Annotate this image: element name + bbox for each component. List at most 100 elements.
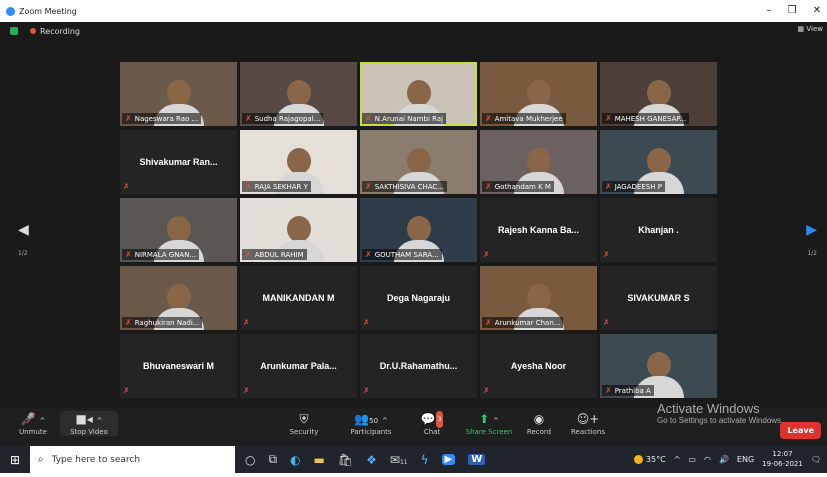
language-indicator[interactable]: ENG [737, 455, 754, 464]
search-icon: ⌕ [38, 454, 44, 465]
app-lightning-icon[interactable]: ϟ [421, 453, 429, 467]
taskbar-search-box[interactable]: ⌕ Type here to search [30, 446, 235, 473]
window-titlebar: Zoom Meeting – ❐ ✕ [0, 0, 827, 22]
participants-button[interactable]: 👥50 ^ Participants [338, 411, 404, 436]
clock-date: 19-06-2021 [762, 460, 803, 468]
participant-tile[interactable]: ✗ Gothandam K M [480, 130, 597, 194]
participant-tile[interactable]: ✗ N.Arunai Nambi Raj [360, 62, 477, 126]
windows-start-icon[interactable]: ⊞ [0, 453, 30, 467]
chat-button[interactable]: 💬 3 Chat [403, 411, 461, 436]
chat-bubble-icon: 💬 [420, 412, 436, 426]
participant-tile[interactable]: Dega Nagaraju ✗ [360, 266, 477, 330]
zoom-taskbar-icon[interactable]: ▶ [441, 454, 456, 465]
recording-dot-icon [30, 28, 36, 34]
stop-video-button[interactable]: ■◂ ^ Stop Video [60, 411, 118, 436]
participant-name: Sudha Rajagopal... [254, 114, 321, 123]
participant-tile[interactable]: ✗ Amitava Mukherjee [480, 62, 597, 126]
word-taskbar-icon[interactable]: W [468, 454, 486, 465]
clock[interactable]: 12:07 19-06-2021 [762, 449, 803, 469]
next-page-arrow-icon[interactable]: ▶ [806, 222, 817, 238]
wifi-icon[interactable]: ◠ [704, 455, 711, 464]
watermark-title: Activate Windows [657, 401, 760, 416]
page-indicator-left: 1/2 [18, 250, 28, 257]
security-button[interactable]: ⛨ Security [275, 411, 333, 436]
minimize-button[interactable]: – [767, 5, 772, 16]
share-screen-icon: ⬆ [479, 412, 490, 426]
stop-video-label: Stop Video [70, 428, 108, 436]
participants-count: 50 [369, 417, 379, 425]
participant-head [526, 148, 551, 174]
recording-status[interactable]: Recording [40, 27, 80, 36]
meeting-topbar: Recording ▦ View [0, 22, 827, 40]
muted-mic-icon: ✗ [243, 318, 250, 327]
muted-mic-icon: ✗ [485, 182, 492, 191]
participant-name-label: ✗ SAKTHISIVA CHAC... [362, 181, 447, 192]
participant-name-label: ✗ MAHESH GANESAP... [602, 113, 690, 124]
view-button[interactable]: ▦ View [798, 25, 823, 33]
tray-chevron-icon[interactable]: ^ [674, 455, 681, 464]
meeting-area: Recording ▦ View ◀ 1/2 ▶ 1/2 ✗ Nageswara … [0, 22, 827, 408]
participant-tile[interactable]: Dr.U.Rahamathu... ✗ [360, 334, 477, 398]
participant-tile[interactable]: ✗ JAGADEESH P [600, 130, 717, 194]
participant-name: Arunkumar Chan... [494, 318, 561, 327]
maximize-button[interactable]: ❐ [788, 5, 797, 16]
participant-head [646, 148, 671, 174]
participant-name: Ayesha Noor [510, 361, 567, 371]
weather-widget[interactable]: 35°C [633, 454, 666, 464]
participant-tile[interactable]: ✗ ABDUL RAHIM [240, 198, 357, 262]
participant-name-label: ✗ Prathiba A [602, 385, 654, 396]
participant-tile[interactable]: Khanjan . ✗ [600, 198, 717, 262]
muted-mic-icon: ✗ [485, 318, 492, 327]
shield-icon: ⛨ [299, 412, 309, 426]
participant-tile[interactable]: ✗ NIRMALA GNAN... [120, 198, 237, 262]
participant-name: SAKTHISIVA CHAC... [374, 182, 444, 191]
participant-tile[interactable]: Bhuvaneswari M ✗ [120, 334, 237, 398]
previous-page-arrow-icon[interactable]: ◀ [18, 222, 29, 238]
close-button[interactable]: ✕ [813, 5, 821, 16]
participant-tile[interactable]: ✗ GOUTHAM SARA... [360, 198, 477, 262]
dropbox-icon[interactable]: ❖ [366, 453, 377, 467]
chat-badge: 3 [435, 411, 444, 428]
participant-tile[interactable]: Arunkumar Pala... ✗ [240, 334, 357, 398]
participant-name: JAGADEESH P [614, 182, 662, 191]
participant-name-label: ✗ Arunkumar Chan... [482, 317, 564, 328]
window-controls: – ❐ ✕ [767, 5, 821, 16]
muted-mic-icon: ✗ [603, 318, 610, 327]
mail-icon[interactable]: ✉11 [390, 453, 408, 467]
participant-tile[interactable]: ✗ Nageswara Rao ... [120, 62, 237, 126]
participant-head [286, 148, 311, 174]
participant-tile[interactable]: ✗ RAJA SEKHAR Y [240, 130, 357, 194]
participant-tile[interactable]: Ayesha Noor ✗ [480, 334, 597, 398]
participant-tile[interactable]: ✗ Prathiba A [600, 334, 717, 398]
participant-tile[interactable]: SIVAKUMAR S ✗ [600, 266, 717, 330]
participant-name: Rajesh Kanna Ba... [497, 225, 580, 235]
task-view-icon[interactable]: ⧉ [268, 452, 277, 467]
participant-tile[interactable]: ✗ Arunkumar Chan... [480, 266, 597, 330]
participant-name: SIVAKUMAR S [627, 293, 690, 303]
encryption-shield-icon[interactable] [10, 27, 18, 35]
security-label: Security [289, 428, 319, 436]
participant-tile[interactable]: ✗ Sudha Rajagopal... [240, 62, 357, 126]
leave-button[interactable]: Leave [780, 422, 821, 439]
volume-icon[interactable]: 🔊 [719, 455, 729, 464]
muted-mic-icon: ✗ [605, 386, 612, 395]
participants-label: Participants [350, 428, 392, 436]
store-icon[interactable]: 🛍 [338, 453, 353, 467]
reactions-button[interactable]: ☺+ Reactions [559, 411, 617, 436]
participant-tile[interactable]: ✗ SAKTHISIVA CHAC... [360, 130, 477, 194]
unmute-button[interactable]: 🎤̸ ^ Unmute [4, 411, 62, 436]
edge-browser-icon[interactable]: ◐ [290, 453, 300, 467]
participant-tile[interactable]: ✗ Raghukiran Nadi... [120, 266, 237, 330]
participant-head [406, 80, 431, 106]
network-icon[interactable]: ▭ [688, 455, 696, 464]
participant-name: MANIKANDAN M [262, 293, 335, 303]
cortana-icon[interactable]: ○ [245, 453, 255, 467]
participant-tile[interactable]: MANIKANDAN M ✗ [240, 266, 357, 330]
file-explorer-icon[interactable]: ▬ [314, 453, 325, 467]
participant-name-label: ✗ N.Arunai Nambi Raj [362, 113, 447, 124]
participant-tile[interactable]: ✗ MAHESH GANESAP... [600, 62, 717, 126]
participant-tile[interactable]: Shivakumar Ran... ✗ [120, 130, 237, 194]
participant-tile[interactable]: Rajesh Kanna Ba... ✗ [480, 198, 597, 262]
notifications-icon[interactable]: 🗨 [811, 455, 821, 464]
muted-mic-icon: ✗ [125, 250, 132, 259]
